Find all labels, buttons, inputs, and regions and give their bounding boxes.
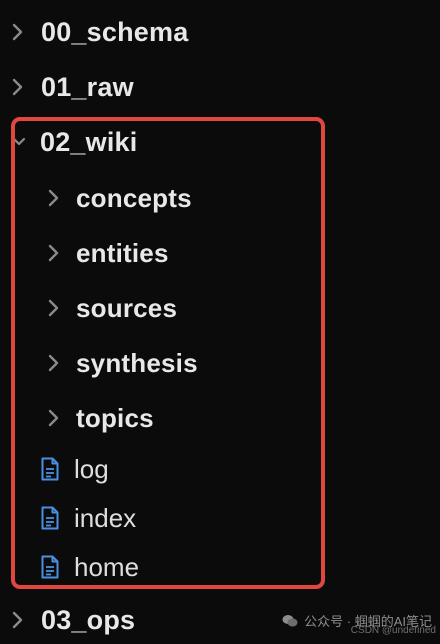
chevron-right-icon bbox=[45, 244, 63, 262]
folder-label: 02_wiki bbox=[40, 126, 138, 157]
file-document-icon bbox=[40, 457, 60, 481]
subfolder-label: synthesis bbox=[76, 347, 198, 378]
file-label: home bbox=[74, 551, 140, 582]
chevron-right-icon bbox=[9, 23, 27, 41]
folder-label: 01_raw bbox=[41, 71, 134, 102]
file-label: index bbox=[74, 502, 137, 533]
wechat-icon bbox=[282, 614, 298, 628]
subfolder-label: topics bbox=[76, 402, 154, 433]
folder-02-wiki[interactable]: 02_wiki bbox=[0, 118, 137, 166]
subfolder-label: concepts bbox=[76, 182, 192, 213]
folder-label: 03_ops bbox=[41, 604, 136, 635]
watermark-sub: CSDN @undefined bbox=[350, 625, 436, 636]
chevron-right-icon bbox=[45, 299, 63, 317]
chevron-right-icon bbox=[45, 354, 63, 372]
folder-00-schema[interactable]: 00_schema bbox=[0, 8, 188, 56]
chevron-right-icon bbox=[9, 611, 27, 629]
file-home[interactable]: home bbox=[0, 543, 139, 591]
folder-label: 00_schema bbox=[41, 16, 189, 47]
subfolder-topics[interactable]: topics bbox=[0, 394, 154, 442]
subfolder-sources[interactable]: sources bbox=[0, 284, 177, 332]
subfolder-concepts[interactable]: concepts bbox=[0, 174, 192, 222]
file-label: log bbox=[74, 453, 109, 484]
file-document-icon bbox=[40, 555, 60, 579]
file-tree: 00_schema 01_raw 02_wiki concepts entiti… bbox=[0, 0, 440, 644]
file-log[interactable]: log bbox=[0, 445, 109, 493]
folder-03-ops[interactable]: 03_ops bbox=[0, 596, 135, 644]
subfolder-label: sources bbox=[76, 292, 178, 323]
chevron-right-icon bbox=[45, 409, 63, 427]
file-document-icon bbox=[40, 506, 60, 530]
chevron-right-icon bbox=[45, 189, 63, 207]
folder-01-raw[interactable]: 01_raw bbox=[0, 63, 134, 111]
subfolder-entities[interactable]: entities bbox=[0, 229, 169, 277]
file-index[interactable]: index bbox=[0, 494, 136, 542]
subfolder-label: entities bbox=[76, 237, 169, 268]
chevron-down-icon bbox=[10, 133, 28, 151]
chevron-right-icon bbox=[9, 78, 27, 96]
subfolder-synthesis[interactable]: synthesis bbox=[0, 339, 198, 387]
